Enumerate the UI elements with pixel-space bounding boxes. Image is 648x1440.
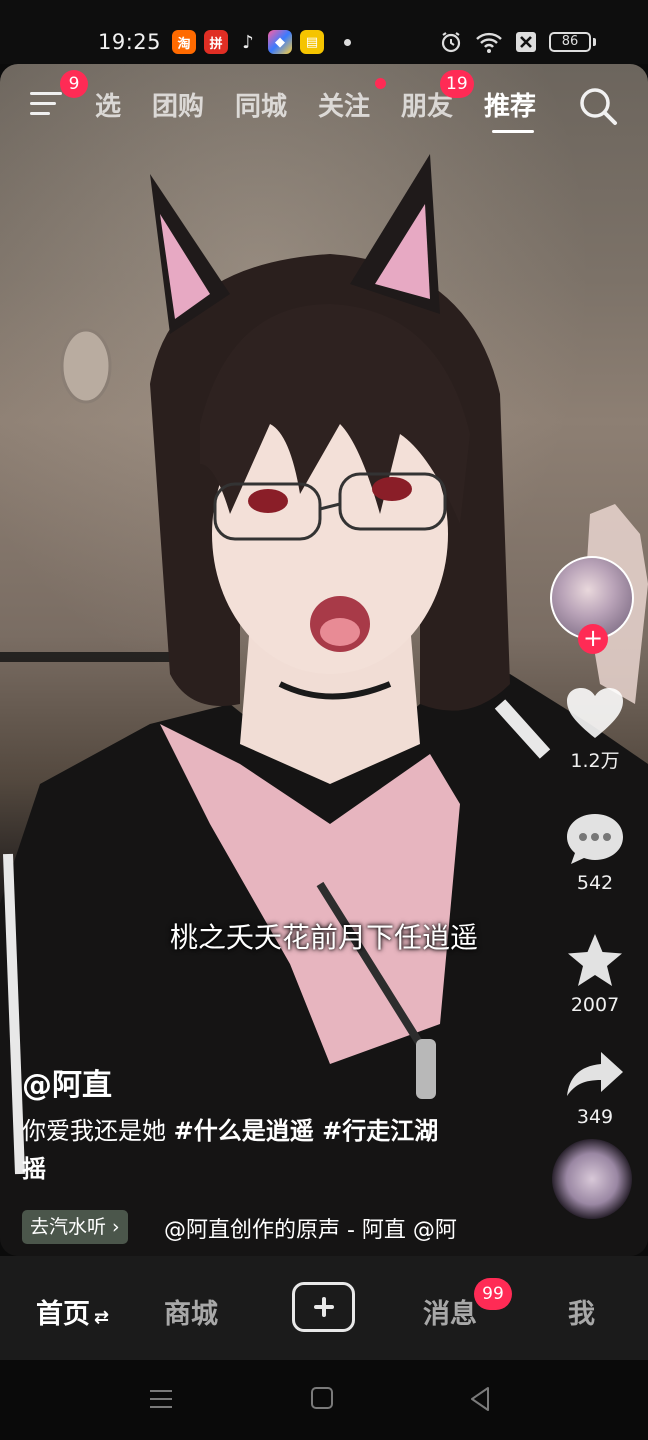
messages-badge: 99 [474, 1278, 512, 1310]
wifi-icon [476, 32, 502, 53]
more-notifications-dot [344, 38, 351, 46]
battery-tip [593, 38, 596, 46]
comment-icon [567, 814, 623, 864]
caption-text: 你爱我还是她 [22, 1117, 174, 1145]
heart-icon [567, 688, 623, 738]
status-time: 19:25 [98, 30, 162, 54]
favorite-button[interactable]: 2007 [550, 932, 640, 1016]
create-post-button[interactable] [292, 1282, 355, 1332]
bottom-nav: 首页 ⇄ 商城 消息 99 我 [0, 1256, 648, 1360]
listen-in-qishui-button[interactable]: 去汽水听 › [22, 1210, 128, 1244]
favorite-count: 2007 [570, 994, 620, 1016]
gallery-app-icon: ◆ [268, 30, 292, 54]
search-icon[interactable] [578, 86, 618, 126]
recent-apps-icon[interactable] [148, 1386, 174, 1412]
tab-local[interactable]: 同城 [235, 86, 287, 123]
douyin-app-icon: ♪ [242, 31, 254, 53]
menu-notification-badge: 9 [60, 70, 88, 98]
top-nav: 9 选 团购 同城 关注 朋友 19 推荐 [0, 70, 648, 138]
tab-recommended[interactable]: 推荐 [484, 86, 536, 123]
switch-feed-icon: ⇄ [94, 1307, 110, 1328]
like-count: 1.2万 [570, 750, 620, 772]
tab-following[interactable]: 关注 [318, 86, 370, 123]
follow-plus-button[interactable]: + [578, 624, 608, 654]
comment-button[interactable]: 542 [550, 812, 640, 894]
star-icon [568, 934, 622, 986]
menu-button[interactable] [30, 90, 66, 118]
like-button[interactable]: 1.2万 [550, 686, 640, 773]
nav-messages[interactable]: 消息 [423, 1292, 477, 1331]
tab-group-buy[interactable]: 团购 [152, 86, 204, 123]
notes-app-icon: ▤ [300, 30, 324, 54]
author-name[interactable]: @阿直 [22, 1060, 112, 1104]
video-caption: 你爱我还是她 #什么是逍遥 #行走江湖 摇 [22, 1112, 492, 1188]
pinduoduo-app-icon: 拼 [204, 30, 228, 54]
tab-featured[interactable]: 选 [95, 86, 121, 123]
following-update-dot [375, 78, 386, 89]
status-indicators: 86 [439, 30, 596, 54]
music-disc-avatar[interactable] [552, 1139, 632, 1219]
taobao-app-icon: 淘 [172, 30, 196, 54]
alarm-icon [441, 32, 461, 53]
comment-count: 542 [576, 872, 614, 894]
battery-indicator: 86 [549, 32, 596, 52]
nav-home-label: 首页 [36, 1299, 90, 1330]
hashtag-link[interactable]: #行走江湖 [314, 1117, 438, 1145]
back-icon[interactable] [468, 1386, 492, 1412]
status-bar: 19:25 淘 拼 ♪ ◆ ▤ 86 [0, 0, 648, 64]
active-tab-indicator [492, 130, 534, 133]
share-arrow-icon [567, 1052, 623, 1096]
nav-mall[interactable]: 商城 [164, 1292, 218, 1331]
hashtag-link-continued[interactable]: 摇 [22, 1155, 46, 1183]
home-icon[interactable] [310, 1386, 334, 1410]
share-button[interactable]: 349 [550, 1050, 640, 1128]
hashtag-link[interactable]: #什么是逍遥 [174, 1117, 314, 1145]
music-title-marquee[interactable]: @阿直创作的原声 - 阿直 @阿 [164, 1212, 486, 1244]
notification-icons: 淘 拼 ♪ ◆ ▤ [172, 30, 351, 54]
battery-level: 86 [549, 32, 591, 52]
no-sim-icon [516, 32, 536, 52]
nav-me[interactable]: 我 [568, 1292, 595, 1331]
nav-home[interactable]: 首页 ⇄ [36, 1292, 109, 1331]
plus-icon-v [322, 1297, 326, 1317]
friends-notification-badge: 19 [440, 70, 474, 98]
system-navigation-bar [0, 1360, 648, 1440]
share-count: 349 [576, 1106, 614, 1128]
